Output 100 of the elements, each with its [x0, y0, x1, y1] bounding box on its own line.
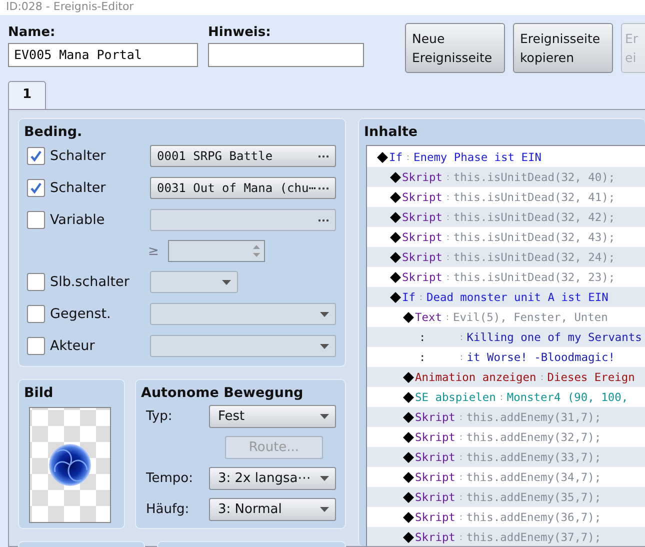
command-text: this.isUnitDead(32, 42);	[453, 210, 616, 224]
command-row[interactable]: Skript：this.isUnitDead(32, 42);	[367, 207, 645, 227]
command-name: Text	[415, 310, 442, 324]
command-text: this.addEnemy(32,7);	[466, 430, 602, 444]
page-button[interactable]: Neue Ereignisseite	[405, 23, 505, 73]
command-row[interactable]: Skript：this.isUnitDead(32, 23);	[367, 267, 645, 287]
command-row[interactable]: Skript：this.addEnemy(33,7);	[367, 447, 645, 467]
command-text: this.addEnemy(35,7);	[466, 490, 602, 504]
ellipsis-icon	[318, 218, 329, 222]
command-name: Skript	[402, 210, 442, 224]
separator: ：	[443, 212, 452, 224]
command-text: this.addEnemy(31,7);	[466, 410, 602, 424]
command-row[interactable]: Skript：this.isUnitDead(32, 40);	[367, 167, 645, 187]
separator: ：	[416, 292, 426, 304]
dropdown[interactable]: 3: Normal	[209, 498, 336, 521]
checkbox[interactable]	[27, 211, 45, 229]
operator-symbol: ≥	[148, 244, 160, 258]
vortex-drawing	[47, 442, 93, 488]
spinner-arrows-icon	[253, 244, 260, 258]
command-row[interactable]: Skript：this.addEnemy(31,7);	[367, 407, 645, 427]
command-row[interactable]: If：Dead monster unit A ist EIN	[367, 287, 645, 307]
command-text: this.addEnemy(37,7);	[466, 530, 602, 544]
dropdown[interactable]: Fest	[209, 405, 336, 428]
panel-title: Beding.	[23, 123, 84, 140]
checkbox[interactable]	[27, 305, 45, 323]
command-name: Skript	[415, 490, 456, 504]
separator: ：	[456, 492, 466, 504]
command-name: Skript	[415, 430, 456, 444]
command-row[interactable]: Text：Evil(5), Fenster, Unten	[367, 307, 645, 327]
image-preview[interactable]	[29, 407, 111, 523]
diamond-icon	[390, 212, 401, 222]
diamond-icon	[377, 152, 388, 162]
command-text: it Worse! -Bloodmagic!	[466, 350, 615, 364]
command-row[interactable]: Skript：this.addEnemy(35,7);	[367, 487, 645, 507]
diamond-icon	[390, 192, 401, 202]
separator: ：	[456, 412, 466, 424]
diamond-icon	[403, 532, 414, 542]
separator: ：	[443, 232, 452, 244]
command-name: Skript	[415, 470, 456, 484]
command-row[interactable]: Skript：this.addEnemy(34,7);	[367, 467, 645, 487]
field-label: Name:	[8, 25, 56, 40]
diamond-icon	[403, 492, 414, 502]
page-tab[interactable]: 1	[8, 81, 46, 109]
checkbox-label: Variable	[50, 212, 106, 228]
command-row[interactable]: If：Enemy Phase ist EIN	[367, 147, 645, 167]
checkbox-label: Gegenst.	[50, 306, 112, 322]
command-name: :	[419, 350, 426, 364]
command-row[interactable]: Skript：this.addEnemy(36,7);	[367, 507, 645, 527]
separator: ：	[456, 332, 466, 344]
command-row[interactable]: Animation anzeigen：Dieses Ereign	[367, 367, 645, 387]
command-text: Dead monster unit A ist EIN	[426, 290, 608, 304]
command-row[interactable]: : ：it Worse! -Bloodmagic!	[367, 347, 645, 367]
checkbox[interactable]	[27, 179, 45, 197]
separator: ：	[443, 252, 452, 264]
picker-field[interactable]: 0031 Out of Mana (chu⋯	[150, 177, 336, 199]
command-row[interactable]: Skript：this.addEnemy(32,7);	[367, 427, 645, 447]
name-input[interactable]: EV005 Mana Portal	[8, 43, 198, 67]
caret-icon	[320, 414, 329, 419]
command-text: this.addEnemy(33,7);	[466, 450, 602, 464]
command-text: this.isUnitDead(32, 24);	[453, 250, 616, 264]
separator: ：	[443, 192, 452, 204]
picker-field[interactable]: 0001 SRPG Battle	[150, 145, 336, 167]
ellipsis-icon	[318, 154, 329, 158]
command-row[interactable]: Skript：this.addEnemy(37,7);	[367, 527, 645, 546]
command-name: Skript	[402, 270, 442, 284]
field-label: Häufg:	[146, 502, 190, 517]
command-text: this.addEnemy(36,7);	[466, 510, 602, 524]
number-spinner[interactable]	[168, 240, 265, 262]
command-row[interactable]: Skript：this.isUnitDead(32, 43);	[367, 227, 645, 247]
command-text: this.isUnitDead(32, 41);	[453, 190, 616, 204]
panel-title: Bild	[23, 384, 54, 401]
diamond-icon	[390, 172, 401, 182]
dropdown[interactable]: 3: 2x langsa⋯	[209, 467, 336, 490]
diamond-icon	[390, 272, 401, 282]
separator: ：	[456, 532, 466, 544]
checkbox-label: Schalter	[50, 148, 107, 164]
hint-input[interactable]	[208, 43, 364, 67]
separator: ：	[456, 432, 466, 444]
diamond-icon	[403, 412, 414, 422]
command-row[interactable]: Skript：this.isUnitDead(32, 24);	[367, 247, 645, 267]
command-text: Enemy Phase ist EIN	[413, 150, 542, 164]
checkbox-label: Slb.schalter	[50, 274, 130, 290]
diamond-icon	[403, 452, 414, 462]
command-row[interactable]: SE abspielen：Monster4 (90, 100,	[367, 387, 645, 407]
diamond-icon	[403, 372, 414, 382]
page-button[interactable]: Ereignisseite kopieren	[513, 23, 613, 73]
field-label: Typ:	[146, 409, 174, 424]
command-text: Evil(5), Fenster, Unten	[452, 310, 608, 324]
command-row[interactable]: : ：Killing one of my Servants	[367, 327, 645, 347]
checkbox[interactable]	[27, 337, 45, 355]
command-name: :	[419, 330, 426, 344]
diamond-icon	[403, 432, 414, 442]
diamond-icon	[390, 232, 401, 242]
field-label: Tempo:	[146, 471, 194, 486]
checkbox[interactable]	[27, 147, 45, 165]
caret-icon	[222, 280, 231, 284]
picker-field[interactable]	[150, 209, 336, 231]
checkbox[interactable]	[27, 273, 45, 291]
command-row[interactable]: Skript：this.isUnitDead(32, 41);	[367, 187, 645, 207]
diamond-icon	[403, 312, 414, 322]
